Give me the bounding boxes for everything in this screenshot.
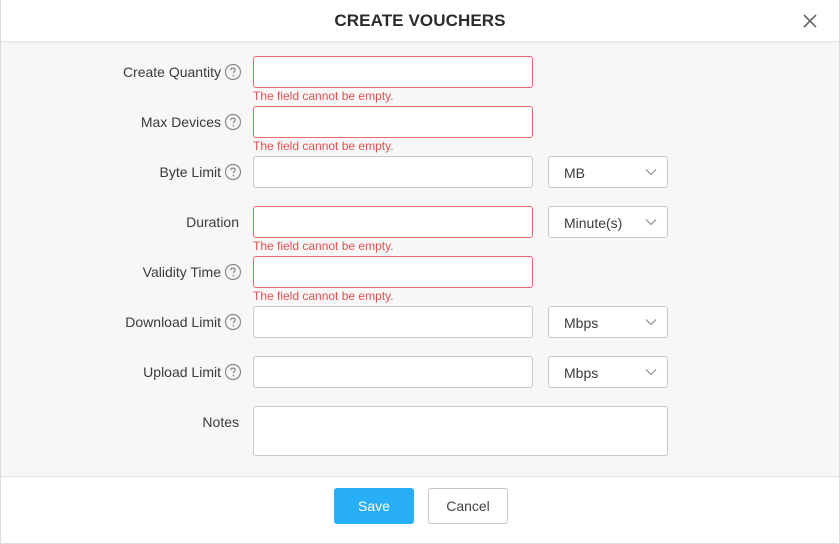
- create-quantity-error: The field cannot be empty.: [253, 89, 394, 103]
- chevron-down-icon: [645, 218, 657, 226]
- byte-limit-input[interactable]: [253, 156, 533, 188]
- question-circle-icon[interactable]: [224, 263, 242, 281]
- question-circle-icon[interactable]: [224, 363, 242, 381]
- duration-row: Duration The field cannot be empty. Minu…: [1, 206, 839, 253]
- notes-label: Notes: [202, 414, 239, 430]
- byte-limit-row: Byte Limit MB: [1, 156, 839, 188]
- byte-limit-unit-value: MB: [564, 165, 585, 181]
- save-button[interactable]: Save: [334, 488, 414, 524]
- validity-time-input[interactable]: [253, 256, 533, 288]
- question-circle-icon[interactable]: [224, 163, 242, 181]
- chevron-down-icon: [645, 368, 657, 376]
- duration-error: The field cannot be empty.: [253, 239, 394, 253]
- max-devices-error: The field cannot be empty.: [253, 139, 394, 153]
- dialog-footer: Save Cancel: [1, 476, 839, 544]
- max-devices-row: Max Devices The field cannot be empty.: [1, 106, 839, 153]
- validity-time-error: The field cannot be empty.: [253, 289, 394, 303]
- create-vouchers-dialog: CREATE VOUCHERS Create Quantity The fiel…: [0, 0, 840, 544]
- download-limit-label: Download Limit: [125, 314, 221, 330]
- max-devices-label: Max Devices: [140, 114, 221, 130]
- byte-limit-label: Byte Limit: [159, 164, 221, 180]
- byte-limit-label-group: Byte Limit: [160, 156, 242, 188]
- download-limit-input[interactable]: [253, 306, 533, 338]
- create-quantity-label: Create Quantity: [122, 64, 221, 80]
- duration-label: Duration: [186, 214, 239, 230]
- upload-limit-row: Upload Limit Mbps: [1, 356, 839, 388]
- dialog-title: CREATE VOUCHERS: [334, 11, 506, 30]
- validity-time-label: Validity Time: [142, 264, 221, 280]
- duration-label-group: Duration: [186, 206, 239, 238]
- create-quantity-row: Create Quantity The field cannot be empt…: [1, 56, 839, 103]
- download-limit-unit-value: Mbps: [564, 315, 599, 331]
- duration-input[interactable]: [253, 206, 533, 238]
- close-icon[interactable]: [801, 12, 819, 30]
- dialog-body: Create Quantity The field cannot be empt…: [1, 42, 839, 476]
- max-devices-input[interactable]: [253, 106, 533, 138]
- validity-time-label-group: Validity Time: [143, 256, 242, 288]
- upload-limit-unit-value: Mbps: [564, 365, 599, 381]
- cancel-button[interactable]: Cancel: [428, 488, 508, 524]
- question-circle-icon[interactable]: [224, 63, 242, 81]
- duration-unit-select[interactable]: Minute(s): [548, 206, 668, 238]
- chevron-down-icon: [645, 168, 657, 176]
- duration-unit-value: Minute(s): [564, 215, 623, 231]
- max-devices-label-group: Max Devices: [141, 106, 242, 138]
- question-circle-icon[interactable]: [224, 313, 242, 331]
- validity-time-row: Validity Time The field cannot be empty.: [1, 256, 839, 303]
- notes-label-group: Notes: [202, 406, 239, 438]
- upload-limit-input[interactable]: [253, 356, 533, 388]
- upload-limit-label: Upload Limit: [143, 364, 221, 380]
- chevron-down-icon: [645, 318, 657, 326]
- byte-limit-unit-select[interactable]: MB: [548, 156, 668, 188]
- notes-textarea[interactable]: [253, 406, 668, 456]
- question-circle-icon[interactable]: [224, 113, 242, 131]
- download-limit-row: Download Limit Mbps: [1, 306, 839, 338]
- upload-limit-label-group: Upload Limit: [143, 356, 242, 388]
- notes-row: Notes: [1, 406, 839, 456]
- create-quantity-label-group: Create Quantity: [123, 56, 242, 88]
- download-limit-unit-select[interactable]: Mbps: [548, 306, 668, 338]
- download-limit-label-group: Download Limit: [125, 306, 242, 338]
- upload-limit-unit-select[interactable]: Mbps: [548, 356, 668, 388]
- create-quantity-input[interactable]: [253, 56, 533, 88]
- dialog-header: CREATE VOUCHERS: [1, 0, 839, 42]
